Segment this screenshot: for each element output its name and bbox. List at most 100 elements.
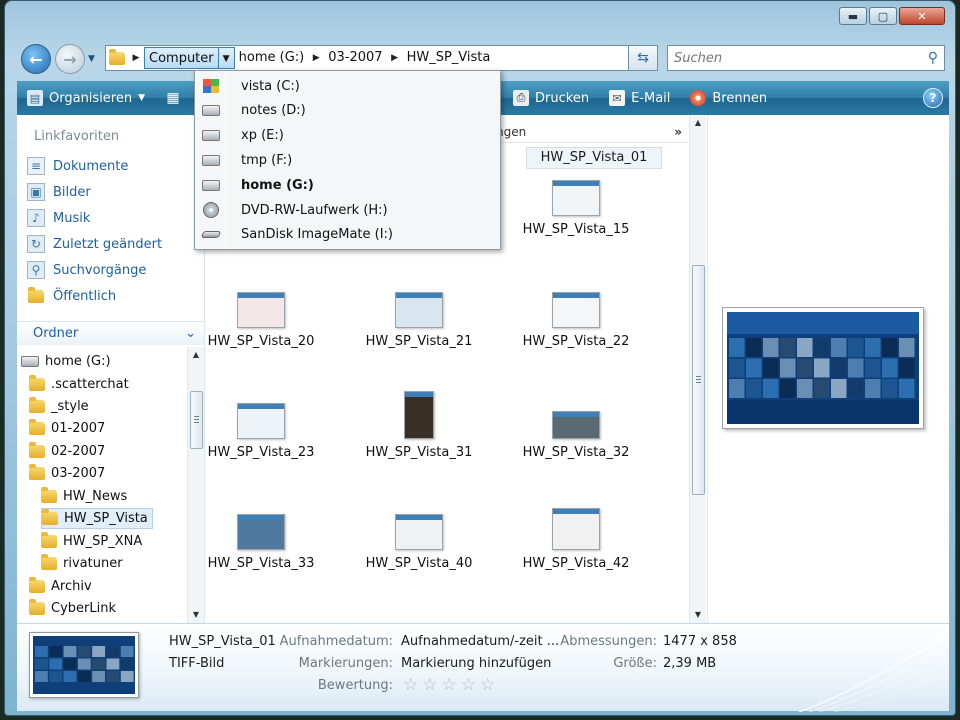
- tree-item[interactable]: home (G:): [21, 351, 111, 372]
- favorite-recent[interactable]: ↻ Zuletzt geändert: [27, 233, 162, 255]
- search-icon[interactable]: ⚲: [928, 50, 938, 66]
- tree-item[interactable]: rivatuner: [41, 553, 123, 574]
- tree-item[interactable]: .scatterchat: [29, 374, 129, 395]
- breadcrumb-hw-sp-vista[interactable]: HW_SP_Vista: [403, 47, 495, 69]
- file-tile[interactable]: HW_SP_Vista_32: [501, 387, 651, 487]
- breadcrumb-computer[interactable]: Computer: [144, 47, 219, 69]
- tree-item[interactable]: HW_SP_XNA: [41, 531, 142, 552]
- print-label: Drucken: [535, 90, 590, 106]
- preview-image: [722, 307, 924, 429]
- printer-icon: ⎙: [513, 90, 530, 106]
- breadcrumb-arrow-icon[interactable]: ▶: [128, 53, 144, 63]
- organize-button[interactable]: ▤ Organisieren ▼: [17, 81, 155, 115]
- file-tile[interactable]: HW_SP_Vista_31: [344, 387, 494, 487]
- tree-item[interactable]: HW_News: [41, 486, 127, 507]
- file-tile[interactable]: HW_SP_Vista_15: [501, 164, 651, 264]
- documents-icon: ≡: [27, 157, 45, 175]
- favorite-documents[interactable]: ≡ Dokumente: [27, 155, 128, 177]
- search-input[interactable]: [674, 50, 914, 66]
- pictures-icon: ▣: [27, 183, 45, 201]
- favorite-public[interactable]: Öffentlich: [27, 285, 116, 307]
- favorite-searches[interactable]: ⚲ Suchvorgänge: [27, 259, 146, 281]
- breadcrumb-home-drive[interactable]: home (G:): [235, 47, 309, 69]
- favorite-music[interactable]: ♪ Musik: [27, 207, 90, 229]
- burn-label: Brennen: [712, 90, 768, 106]
- tree-item[interactable]: 02-2007: [29, 441, 105, 462]
- scroll-up-arrow[interactable]: ▲: [690, 115, 706, 131]
- print-button[interactable]: ⎙ Drucken: [503, 81, 599, 115]
- file-tile[interactable]: HW_SP_Vista_23: [186, 387, 336, 487]
- maximize-button[interactable]: ▢: [869, 7, 897, 25]
- tree-item[interactable]: 03-2007: [29, 463, 105, 484]
- image-thumbnail: [404, 391, 434, 439]
- details-thumbnail: [29, 632, 139, 698]
- tree-item-label: Archiv: [51, 579, 92, 594]
- drive-icon: [197, 154, 225, 166]
- drive-menu-label: tmp (F:): [241, 152, 293, 168]
- scrollbar-thumb[interactable]: [692, 265, 705, 495]
- drive-menu-item[interactable]: vista (C:): [197, 74, 497, 98]
- folder-icon: [41, 487, 57, 503]
- arrow-right-icon: →: [63, 49, 77, 69]
- drive-menu-item[interactable]: tmp (F:): [197, 148, 497, 172]
- tree-item[interactable]: Archiv: [29, 576, 92, 597]
- tree-item[interactable]: _style: [29, 396, 89, 417]
- favorite-pictures[interactable]: ▣ Bilder: [27, 181, 91, 203]
- tree-item[interactable]: HW_SP_Vista: [41, 508, 153, 529]
- star-icon[interactable]: ☆: [461, 675, 476, 695]
- back-button[interactable]: ←: [21, 44, 51, 74]
- file-tile-label: HW_SP_Vista_20: [207, 334, 315, 349]
- burn-button[interactable]: Brennen: [680, 81, 777, 115]
- more-columns-icon[interactable]: »: [674, 125, 682, 139]
- scroll-down-arrow[interactable]: ▼: [188, 607, 204, 623]
- rating-stars[interactable]: ☆ ☆ ☆ ☆ ☆: [403, 675, 495, 695]
- search-box[interactable]: ⚲: [667, 45, 945, 71]
- folder-icon: [29, 397, 45, 413]
- scroll-down-arrow[interactable]: ▼: [690, 607, 706, 623]
- views-button[interactable]: ▦: [155, 81, 191, 115]
- star-icon[interactable]: ☆: [422, 675, 437, 695]
- folders-header[interactable]: Ordner ⌄: [17, 321, 204, 345]
- tree-item[interactable]: 01-2007: [29, 418, 105, 439]
- file-tile-label: HW_SP_Vista_21: [365, 334, 473, 349]
- tags-value[interactable]: Markierung hinzufügen: [401, 656, 551, 671]
- date-taken-key: Aufnahmedatum:: [279, 634, 393, 649]
- drive-menu-item[interactable]: DVD-RW-Laufwerk (H:): [197, 198, 497, 222]
- forward-button[interactable]: →: [55, 44, 85, 74]
- file-tile[interactable]: HW_SP_Vista_40: [344, 498, 494, 598]
- file-tile[interactable]: HW_SP_Vista_20: [186, 276, 336, 376]
- star-icon[interactable]: ☆: [442, 675, 457, 695]
- drive-menu-item[interactable]: home (G:): [197, 173, 497, 197]
- file-list-scrollbar[interactable]: ▲ ▼: [689, 115, 706, 623]
- refresh-button[interactable]: ⇆: [628, 45, 658, 71]
- tree-item-label: HW_SP_Vista: [64, 511, 148, 526]
- address-bar[interactable]: ▶ Computer ▼ home (G:) ▶ 03-2007 ▶ HW_SP…: [105, 45, 655, 71]
- breadcrumb-arrow-icon[interactable]: ▶: [387, 53, 403, 63]
- drive-menu-item[interactable]: notes (D:): [197, 99, 497, 123]
- dvd-drive-icon: [197, 202, 225, 218]
- organize-icon: ▤: [27, 90, 43, 106]
- breadcrumb-arrow-icon[interactable]: ▶: [308, 53, 324, 63]
- star-icon[interactable]: ☆: [403, 675, 418, 695]
- recent-pages-dropdown[interactable]: ▼: [88, 54, 95, 64]
- close-button[interactable]: ✕: [899, 7, 945, 25]
- date-taken-value[interactable]: Aufnahmedatum/-zeit ...: [401, 634, 559, 649]
- drive-menu-item[interactable]: SanDisk ImageMate (I:): [197, 223, 497, 247]
- star-icon[interactable]: ☆: [480, 675, 495, 695]
- image-thumbnail: [552, 411, 600, 439]
- file-tile[interactable]: HW_SP_Vista_22: [501, 276, 651, 376]
- searches-icon: ⚲: [27, 261, 45, 279]
- tree-item[interactable]: CyberLink: [29, 598, 116, 619]
- drive-menu-item[interactable]: xp (E:): [197, 124, 497, 148]
- file-tile[interactable]: HW_SP_Vista_42: [501, 498, 651, 598]
- minimize-button[interactable]: ▬: [839, 7, 867, 25]
- favorite-label: Dokumente: [53, 158, 129, 174]
- drive-icon: [197, 105, 225, 117]
- help-button[interactable]: ?: [923, 88, 943, 108]
- file-tile[interactable]: HW_SP_Vista_33: [186, 498, 336, 598]
- folder-icon: [42, 509, 58, 525]
- breadcrumb-03-2007[interactable]: 03-2007: [324, 47, 386, 69]
- email-button[interactable]: ✉ E-Mail: [599, 81, 680, 115]
- breadcrumb-computer-dropdown[interactable]: ▼: [218, 47, 235, 69]
- file-tile[interactable]: HW_SP_Vista_21: [344, 276, 494, 376]
